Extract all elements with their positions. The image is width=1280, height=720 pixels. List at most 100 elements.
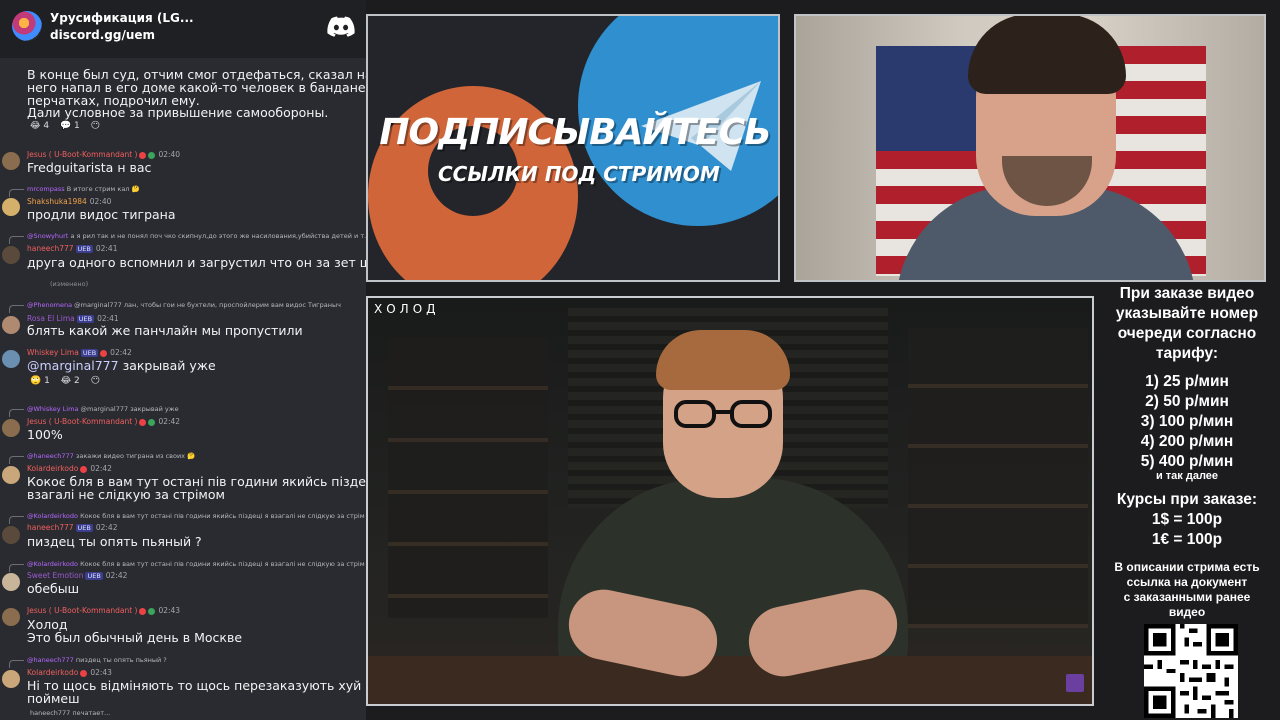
timestamp: 02:43 [158,606,181,615]
username[interactable]: Sweet Emotion [27,571,83,580]
verified-icon [148,418,156,426]
username[interactable]: haneech777 [27,244,74,253]
username[interactable]: Jesus ( U-Boot-Kommandant ) [27,417,137,426]
typing-indicator: haneech777 печатает... [30,709,111,717]
subscribe-promo: ПОДПИСЫВАЙТЕСЬ ССЫЛКИ ПОД СТРИМОМ [366,14,780,282]
status-icon [139,151,147,159]
username[interactable]: Kolardeirkodo [27,668,78,677]
order-instructions: При заказе видео указывайте номер очеред… [1094,284,1280,364]
reply-connector [9,236,24,244]
username[interactable]: Kolardeirkodo [27,464,78,473]
avatar[interactable] [2,246,20,264]
user-mention[interactable]: @marginal777 [27,358,119,373]
reply-preview[interactable]: @haneech777 закажи видео тиграна из свои… [27,452,195,460]
timestamp: 02:41 [97,314,119,323]
timestamp: 02:43 [90,668,112,677]
status-icon [100,349,108,357]
price-item: 3) 100 р/мин [1140,413,1234,430]
rate-line: 1€ = 100р [1151,531,1223,548]
discord-icon[interactable] [327,16,355,38]
channel-logo: ХОЛОД [374,302,440,316]
avatar[interactable] [2,419,20,437]
desc-line: видео [1168,605,1206,619]
info-line: тарифу: [1155,345,1219,362]
role-badge: UEB [80,349,99,357]
reaction-laugh[interactable]: 😂 4 [30,121,49,131]
timestamp: 02:40 [158,150,181,159]
server-icon[interactable] [12,11,42,41]
role-badge: UEB [76,315,95,323]
desc-line: с заказанными ранее [1123,590,1251,604]
video-player[interactable]: ХОЛОД [366,296,1094,706]
message-meta: haneech777 UEB 02:42 [27,523,117,532]
role-badge: UEB [75,245,93,253]
reply-connector [9,456,24,464]
reply-preview[interactable]: mrcompass В итоге стрим кал 🤔 [27,185,140,193]
username[interactable]: Jesus ( U-Boot-Kommandant ) [27,150,137,159]
role-badge: UEB [85,572,103,580]
username[interactable]: haneech777 [27,523,74,532]
message-meta: Jesus ( U-Boot-Kommandant ) 02:43 [27,606,180,615]
avatar[interactable] [2,466,20,484]
message-meta: haneech777 UEB 02:41 [27,244,117,253]
exchange-rates: Курсы при заказе: 1$ = 100р 1€ = 100р [1094,490,1280,550]
info-line: При заказе видео [1119,285,1255,302]
verified-icon [148,151,156,159]
price-list: 1) 25 р/мин 2) 50 р/мин 3) 100 р/мин 4) … [1094,372,1280,472]
avatar[interactable] [2,152,20,170]
reaction-neutral[interactable]: 😶 [91,376,100,386]
reply-preview[interactable]: @haneech777 пиздец ты опять пьяный ? [27,656,167,664]
reaction-laugh[interactable]: 😂 2 [61,376,80,386]
price-item: 1) 25 р/мин [1145,373,1229,390]
reply-preview[interactable]: @Kolardeirkodo Кокоє бля в вам тут остан… [27,560,365,568]
timestamp: 02:42 [158,417,181,426]
video-shelf-right [908,328,1088,628]
timestamp: 02:42 [105,571,128,580]
reaction-comment[interactable]: 💬 1 [60,121,80,131]
reply-preview[interactable]: @Kolardeirkodo Кокоє бля в вам тут остан… [27,512,365,520]
qr-code[interactable] [1144,624,1238,718]
desc-line: В описании стрима есть [1114,560,1260,574]
reply-connector [9,660,24,668]
watermark-icon [1066,674,1084,692]
avatar[interactable] [2,526,20,544]
username[interactable]: Rosa El Lima [27,314,75,323]
timestamp: 02:40 [89,197,112,206]
message-text: взагалі не слідкую за стрімом [27,487,225,502]
reply-connector [9,189,24,197]
message-text: Дали условное за привышение самообороны. [27,105,329,120]
webcam-feed [794,14,1266,282]
username[interactable]: Shakshuka1984 [27,197,87,206]
reaction-bar: 😂 4 💬 1 😶 [30,121,108,131]
discord-chat-panel: Урусификация (LG... discord.gg/uem В кон… [0,0,366,720]
avatar[interactable] [2,608,20,626]
reply-preview[interactable]: @Snowyhurt а я рил так и не понял поч чк… [27,232,366,240]
message-text: блять какой же панчлайн мы пропустили [27,323,303,338]
reply-preview[interactable]: @Whiskey Lima @marginal777 закрывай уже [27,405,179,413]
avatar[interactable] [2,350,20,368]
promo-subtitle: ССЫЛКИ ПОД СТРИМОМ [438,162,720,186]
reply-connector [9,564,24,572]
timestamp: 02:42 [110,348,132,357]
message-text: продли видос тиграна [27,207,176,222]
glasses-icon [674,400,772,428]
status-icon [139,607,147,615]
status-icon [139,418,147,426]
message-text: пиздец ты опять пьяный ? [27,534,202,549]
reply-preview[interactable]: @Phenomena @marginal777 лан, чтобы гои н… [27,301,341,309]
avatar[interactable] [2,670,20,688]
message-text: 100% [27,427,63,442]
reaction-bar: 🙄 1 😂 2 😶 [30,376,108,386]
timestamp: 02:41 [95,244,118,253]
avatar[interactable] [2,573,20,591]
server-invite-link[interactable]: discord.gg/uem [50,28,155,42]
username[interactable]: Jesus ( U-Boot-Kommandant ) [27,606,137,615]
message-text: Это был обычный день в Москве [27,630,243,645]
message-text: поймеш [27,691,80,706]
avatar[interactable] [2,198,20,216]
avatar[interactable] [2,316,20,334]
username[interactable]: Whiskey Lima [27,348,79,357]
message-meta: Jesus ( U-Boot-Kommandant ) 02:40 [27,150,180,159]
reaction-eyeroll[interactable]: 🙄 1 [30,376,50,386]
reaction-neutral[interactable]: 😶 [91,121,100,131]
